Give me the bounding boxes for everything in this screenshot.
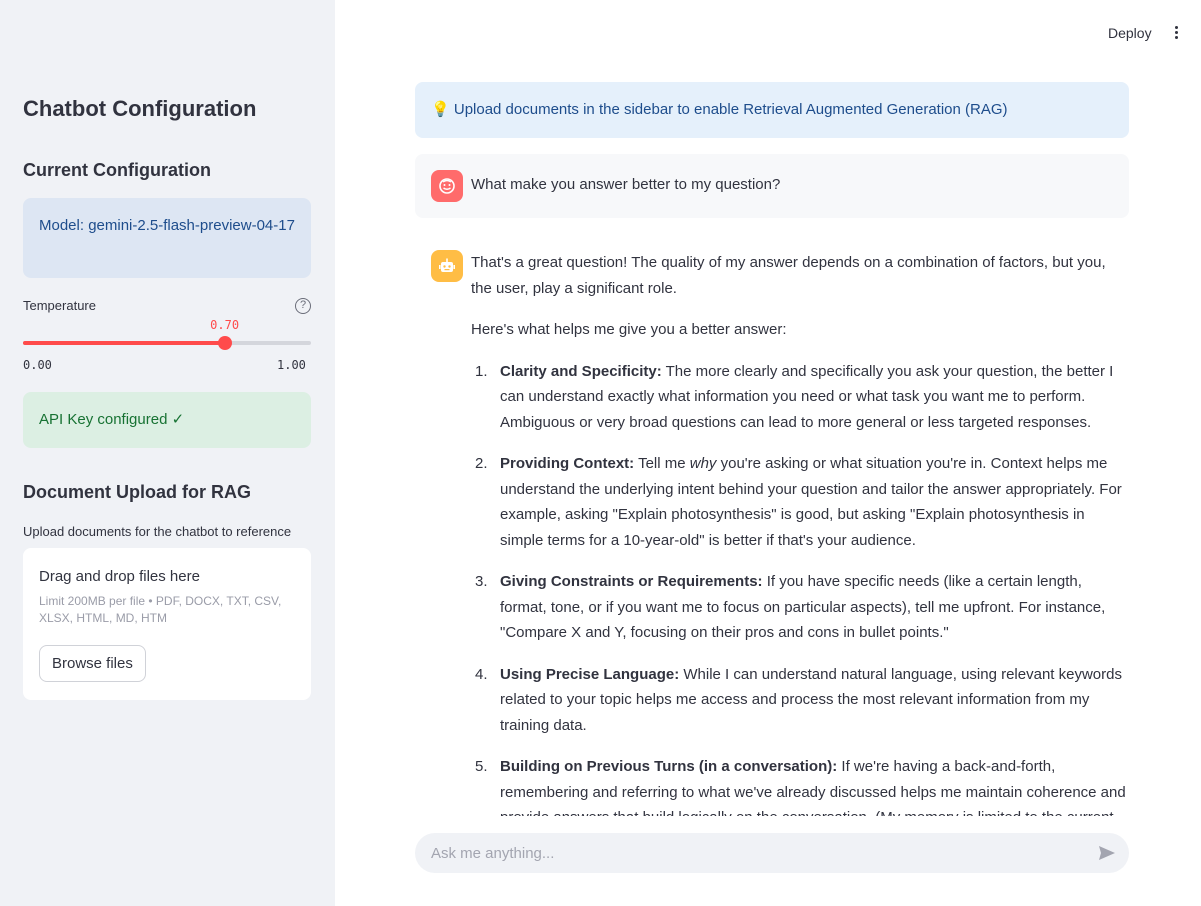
slider-fill	[23, 341, 225, 345]
rag-info-banner: 💡 Upload documents in the sidebar to ena…	[415, 82, 1129, 138]
list-number: 2.	[475, 455, 488, 472]
assistant-message-content: That's a great question! The quality of …	[471, 250, 1129, 816]
dropzone-title: Drag and drop files here	[39, 568, 200, 585]
info-text: Upload documents in the sidebar to enabl…	[453, 101, 1008, 118]
send-icon[interactable]	[1097, 843, 1117, 863]
dropzone-limit: Limit 200MB per file • PDF, DOCX, TXT, C…	[39, 594, 282, 625]
tips-list: 1. Clarity and Specificity: The more clea…	[471, 359, 1129, 817]
help-icon[interactable]: ?	[295, 298, 311, 314]
list-item-text: Tell me	[634, 455, 690, 472]
slider-thumb[interactable]	[217, 336, 232, 350]
kebab-menu-icon[interactable]	[1174, 26, 1180, 40]
sidebar: Chatbot Configuration Current Configurat…	[0, 0, 335, 906]
slider-max-label: 1.00	[277, 358, 306, 372]
list-number: 1.	[475, 362, 488, 380]
user-message: What make you answer better to my questi…	[415, 154, 1129, 218]
user-message-text: What make you answer better to my questi…	[471, 176, 781, 193]
upload-heading: Document Upload for RAG	[23, 482, 251, 502]
current-config-heading: Current Configuration	[23, 160, 211, 180]
temperature-value: 0.70	[210, 318, 240, 332]
temperature-slider[interactable]	[23, 336, 311, 350]
upload-caption: Upload documents for the chatbot to refe…	[23, 524, 292, 539]
chat-input-bar	[415, 833, 1129, 873]
assistant-lead: Here's what helps me give you a better a…	[471, 321, 787, 338]
api-status-box: API Key configured ✓	[23, 392, 311, 448]
list-item-title: Giving Constraints or Requirements:	[500, 573, 763, 590]
list-item-emphasis: why	[689, 455, 717, 472]
slider-min-label: 0.00	[23, 358, 52, 372]
user-avatar-icon	[431, 170, 463, 202]
list-item-title: Providing Context:	[500, 455, 635, 472]
list-item: 2. Providing Context: Tell me why you're …	[471, 451, 1129, 553]
file-dropzone[interactable]: Drag and drop files here Limit 200MB per…	[23, 548, 311, 700]
assistant-message: That's a great question! The quality of …	[415, 234, 1129, 816]
list-number: 3.	[475, 573, 488, 590]
chat-input[interactable]	[431, 833, 1071, 873]
assistant-intro: That's a great question! The quality of …	[471, 254, 1106, 297]
temperature-label: Temperature	[23, 298, 96, 313]
model-info-box: Model: gemini-2.5-flash-preview-04-17	[23, 198, 311, 278]
bot-avatar-icon	[431, 250, 463, 282]
list-item-title: Clarity and Specificity:	[500, 362, 662, 380]
sidebar-title: Chatbot Configuration	[23, 96, 257, 121]
list-item: 4. Using Precise Language: While I can un…	[471, 662, 1129, 739]
list-number: 5.	[475, 758, 488, 775]
list-item: 5. Building on Previous Turns (in a conve…	[471, 754, 1129, 816]
list-item-title: Building on Previous Turns (in a convers…	[500, 758, 838, 775]
list-item-title: Using Precise Language:	[500, 665, 680, 683]
list-item: 3. Giving Constraints or Requirements: If…	[471, 569, 1129, 646]
list-item: 1. Clarity and Specificity: The more clea…	[471, 359, 1129, 436]
lightbulb-icon: 💡	[431, 101, 450, 118]
browse-files-button[interactable]: Browse files	[39, 645, 146, 682]
deploy-button[interactable]: Deploy	[1108, 25, 1152, 41]
list-number: 4.	[475, 665, 488, 683]
